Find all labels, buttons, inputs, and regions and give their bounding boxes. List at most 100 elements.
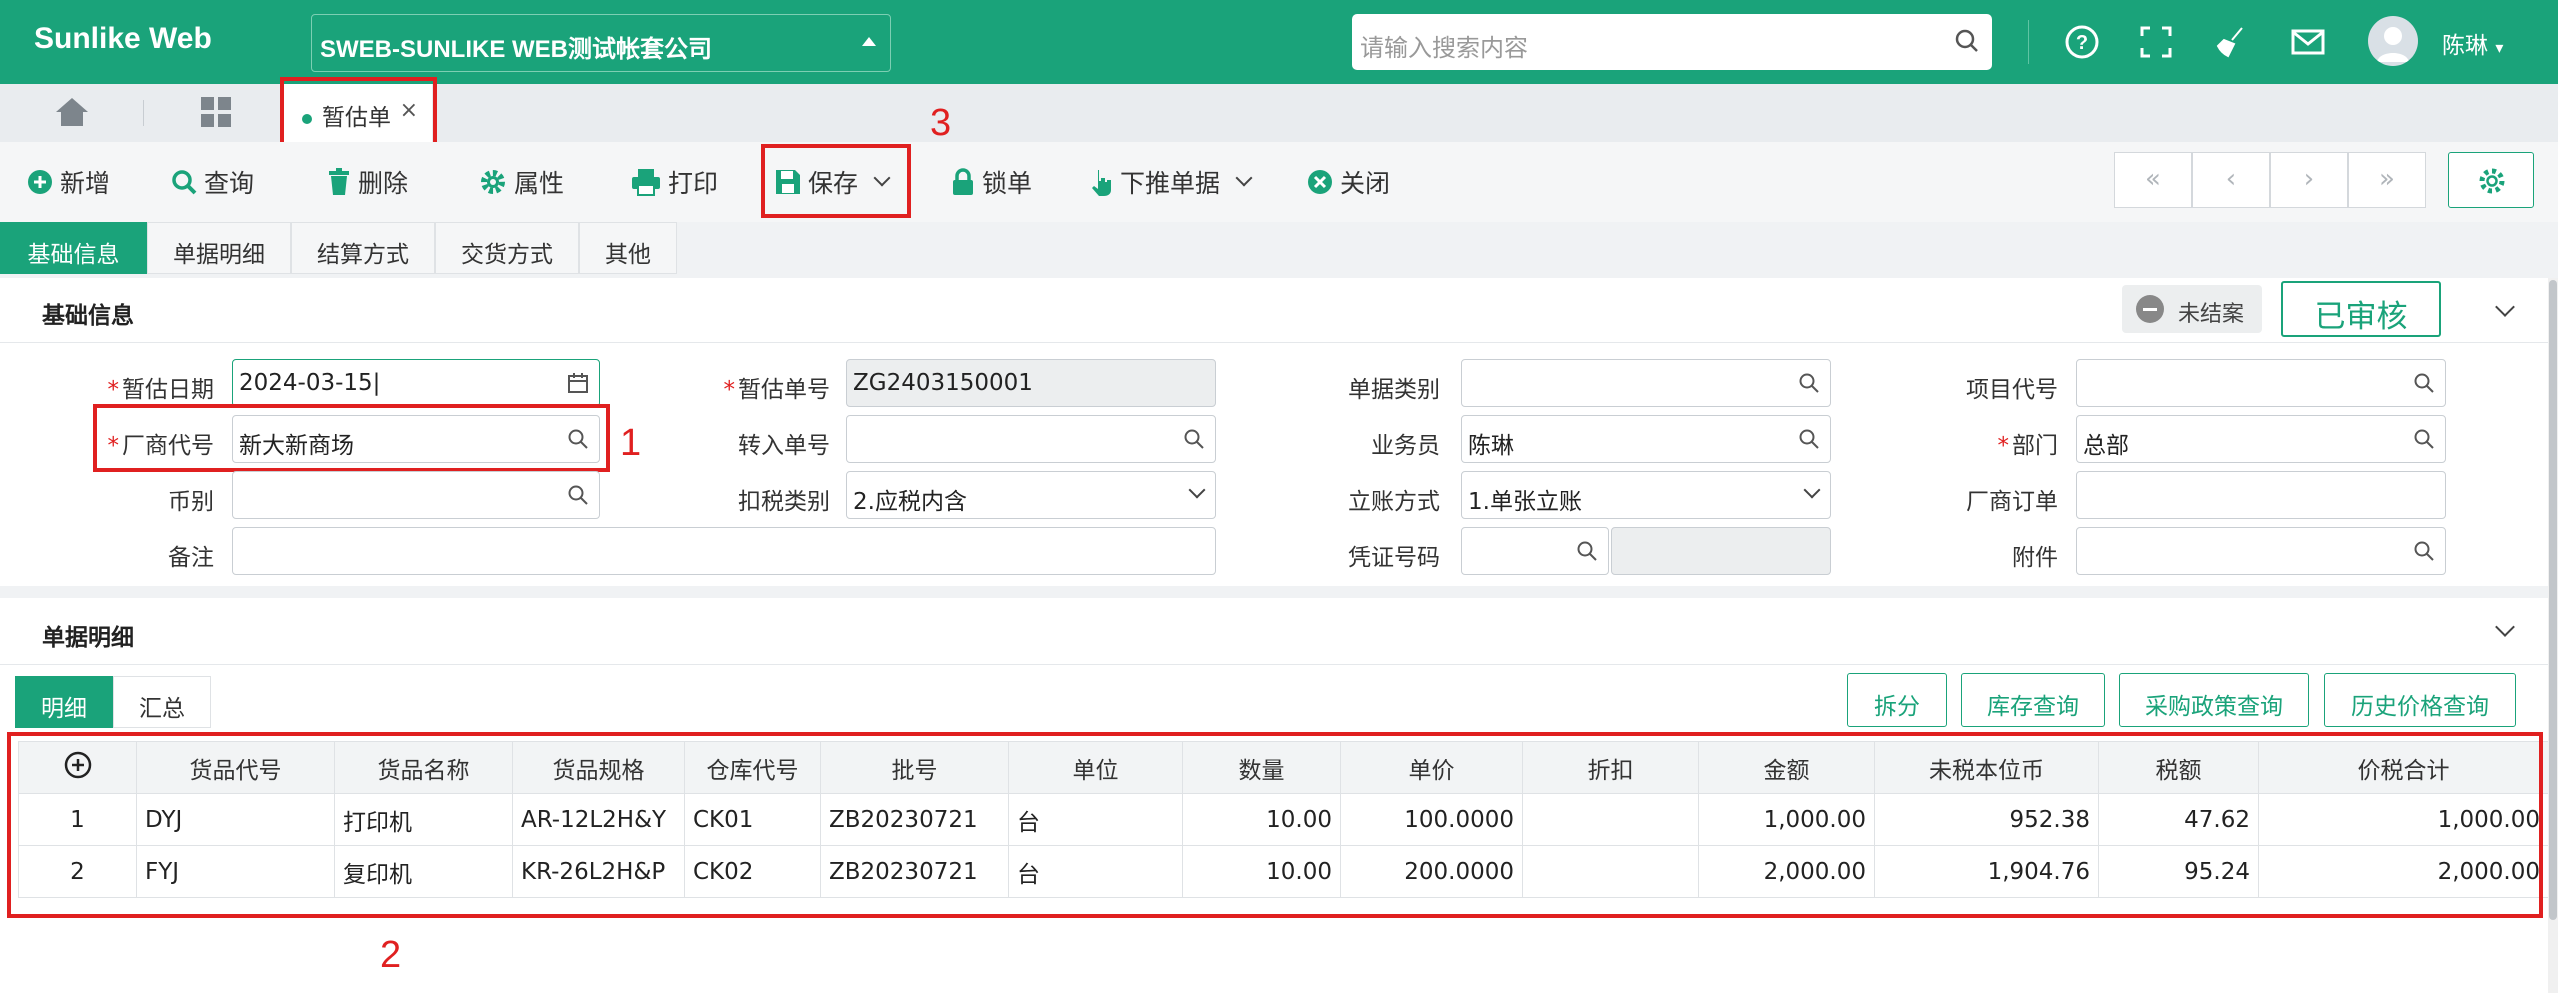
label-est-no: * 暂估单号	[723, 377, 831, 403]
voucher-no-field[interactable]	[1461, 527, 1609, 575]
global-search-input[interactable]: 请输入搜索内容	[1352, 14, 1992, 70]
tab-document-details[interactable]: 单据明细	[147, 222, 291, 274]
search-icon[interactable]	[1798, 372, 1820, 394]
tab-basic-info[interactable]: 基础信息	[0, 222, 147, 274]
est-date-field[interactable]: 2024-03-15|	[232, 359, 600, 407]
topbar-divider	[2028, 20, 2029, 64]
search-icon[interactable]	[2413, 372, 2435, 394]
gear-icon	[481, 170, 505, 194]
label-vendor-order: 厂商订单	[1966, 489, 2058, 515]
help-icon[interactable]: ?	[2062, 22, 2102, 62]
user-icon	[2377, 27, 2409, 62]
tab-delivery[interactable]: 交货方式	[435, 222, 579, 274]
status-text: 未结案	[2178, 302, 2245, 327]
remark-field[interactable]	[232, 527, 1216, 575]
split-button[interactable]: 拆分	[1847, 673, 1947, 727]
chevron-down-icon[interactable]	[1235, 169, 1253, 187]
query-label: 查询	[204, 169, 255, 198]
section-title-detail: 单据明细	[42, 625, 134, 651]
tax-type-value: 2.应税内含	[853, 489, 967, 515]
trash-icon	[329, 168, 349, 195]
avatar[interactable]	[2368, 16, 2418, 66]
salesman-value: 陈琳	[1468, 433, 1514, 459]
doc-type-field[interactable]	[1461, 359, 1831, 407]
settings-button[interactable]	[2448, 152, 2534, 208]
lock-label: 锁单	[982, 169, 1033, 198]
highlight-box-save	[761, 144, 911, 218]
mail-icon[interactable]	[2288, 22, 2328, 62]
next-record-button[interactable]: ›	[2270, 152, 2348, 208]
attachment-field[interactable]	[2076, 527, 2446, 575]
label-tax-type: 扣税类别	[738, 489, 830, 515]
stock-query-button[interactable]: 库存查询	[1961, 673, 2105, 727]
currency-field[interactable]	[232, 471, 600, 519]
search-icon[interactable]	[1576, 540, 1598, 562]
prev-record-button[interactable]: ‹	[2192, 152, 2270, 208]
search-icon[interactable]	[567, 484, 589, 506]
label-transfer-no: 转入单号	[738, 433, 830, 459]
highlight-box-tab	[280, 77, 437, 147]
status-badge: 未结案	[2122, 285, 2262, 333]
tab-summary-view[interactable]: 汇总	[113, 676, 211, 728]
search-icon[interactable]	[2413, 540, 2435, 562]
purchase-policy-button[interactable]: 采购政策查询	[2119, 673, 2309, 727]
search-icon	[172, 170, 197, 195]
annotation-2: 2	[380, 934, 402, 976]
search-icon[interactable]	[1798, 428, 1820, 450]
user-name: 陈琳	[2442, 33, 2488, 59]
tab-other[interactable]: 其他	[579, 222, 677, 274]
account-method-select[interactable]: 1.单张立账	[1461, 471, 1831, 519]
add-button[interactable]: 新增	[26, 160, 110, 204]
project-code-field[interactable]	[2076, 359, 2446, 407]
fullscreen-icon[interactable]	[2136, 22, 2176, 62]
audit-stamp: 已审核	[2281, 281, 2441, 337]
tab-divider	[143, 100, 144, 126]
chevron-down-icon	[1188, 481, 1206, 499]
price-history-button[interactable]: 历史价格查询	[2324, 673, 2516, 727]
delete-button[interactable]: 删除	[326, 160, 408, 204]
tab-settlement[interactable]: 结算方式	[291, 222, 435, 274]
tax-type-select[interactable]: 2.应税内含	[846, 471, 1216, 519]
search-icon[interactable]	[1954, 28, 1980, 54]
company-selector[interactable]: SWEB-SUNLIKE WEB测试帐套公司	[311, 14, 891, 72]
close-button[interactable]: 关闭	[1306, 160, 1390, 204]
close-label: 关闭	[1340, 169, 1391, 198]
delete-label: 删除	[358, 169, 409, 198]
salesman-field[interactable]: 陈琳	[1461, 415, 1831, 463]
section-title-basic: 基础信息	[42, 303, 134, 329]
chevron-down-icon	[1803, 481, 1821, 499]
tab-detail-view[interactable]: 明细	[15, 676, 113, 728]
broom-icon[interactable]	[2212, 22, 2252, 62]
minus-circle-icon	[2136, 295, 2164, 323]
calendar-icon[interactable]	[567, 372, 589, 394]
hand-pointer-icon	[1092, 170, 1111, 196]
vendor-order-field[interactable]	[2076, 471, 2446, 519]
label-attachment: 附件	[2012, 545, 2058, 571]
search-icon[interactable]	[2413, 428, 2435, 450]
highlight-box-table	[7, 732, 2543, 918]
est-date-value: 2024-03-15	[239, 370, 373, 396]
transfer-no-field[interactable]	[846, 415, 1216, 463]
est-no-field: ZG2403150001	[846, 359, 1216, 407]
last-record-button[interactable]: »	[2348, 152, 2426, 208]
vertical-scrollbar[interactable]	[2548, 278, 2558, 993]
grid-icon[interactable]	[198, 94, 234, 130]
dept-field[interactable]: 总部	[2076, 415, 2446, 463]
properties-button[interactable]: 属性	[478, 160, 564, 204]
svg-text:?: ?	[2076, 32, 2088, 54]
user-menu[interactable]: 陈琳 ▾	[2442, 26, 2503, 60]
search-icon[interactable]	[1183, 428, 1205, 450]
scrollbar-thumb[interactable]	[2549, 280, 2557, 920]
close-circle-icon	[1308, 170, 1332, 194]
lock-button[interactable]: 锁单	[950, 160, 1032, 204]
first-record-button[interactable]: «	[2114, 152, 2192, 208]
push-down-button[interactable]: 下推单据	[1086, 160, 1253, 204]
label-salesman: 业务员	[1371, 433, 1440, 459]
print-button[interactable]: 打印	[630, 160, 718, 204]
properties-label: 属性	[514, 169, 565, 198]
account-method-value: 1.单张立账	[1468, 489, 1582, 515]
home-icon[interactable]	[52, 94, 92, 130]
highlight-box-vendor	[93, 404, 610, 472]
label-dept: * 部门	[1997, 433, 2059, 459]
query-button[interactable]: 查询	[170, 160, 254, 204]
